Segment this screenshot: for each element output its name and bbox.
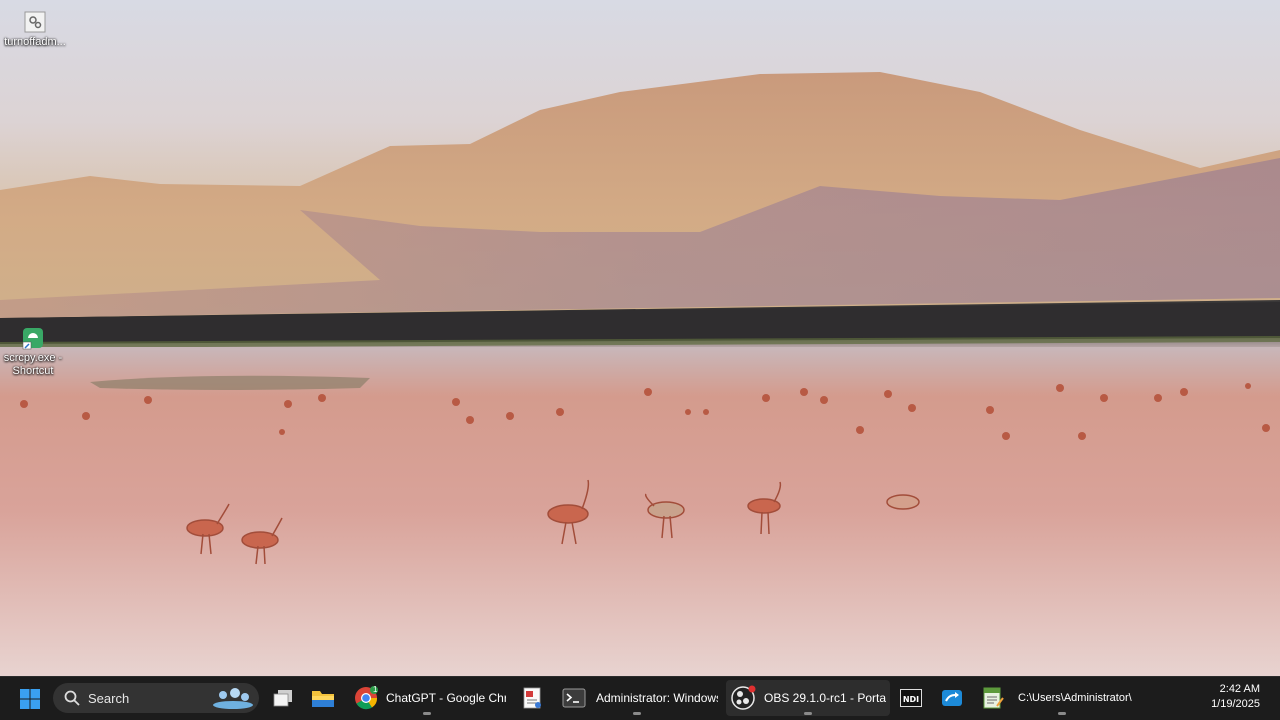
- notepad-icon: [983, 687, 1004, 709]
- taskbar-app-remote[interactable]: [934, 680, 970, 716]
- desktop-icon-label: turnoffadm...: [4, 36, 66, 48]
- obs-icon: [731, 685, 756, 710]
- ndi-icon: NDI: [900, 689, 922, 707]
- taskbar-search-box[interactable]: Search: [53, 683, 259, 713]
- taskbar-app-powershell[interactable]: Administrator: Windows PowerShell: [556, 680, 718, 716]
- task-view-icon: [273, 690, 292, 707]
- chrome-badge: 1: [373, 685, 378, 694]
- desktop-icon-scrcpy[interactable]: scrcpy.exe - Shortcut: [0, 326, 70, 378]
- windows-logo-icon: [20, 689, 40, 709]
- flamingo-flock: [20, 383, 1270, 565]
- desktop-icon-turnoffadm[interactable]: turnoffadm...: [0, 10, 72, 49]
- taskbar-app-label: Administrator: Windows PowerShell: [596, 691, 718, 705]
- taskbar-app-obs[interactable]: OBS 29.1.0-rc1 - Portable: [726, 680, 890, 716]
- search-highlight-icon: [213, 688, 253, 709]
- taskbar-app-ndi[interactable]: NDI: [893, 680, 929, 716]
- taskbar-app-notepad[interactable]: C:\Users\Administrator\: [976, 680, 1148, 716]
- desktop-wallpaper: [0, 0, 1280, 676]
- remote-desktop-icon: [942, 690, 962, 706]
- clock-time: 2:42 AM: [1219, 683, 1260, 695]
- taskbar-app-label: ChatGPT - Google Chrome: [386, 691, 506, 705]
- svg-text:NDI: NDI: [903, 695, 919, 704]
- task-view-button[interactable]: [265, 680, 301, 716]
- taskbar-app-pinned[interactable]: [514, 680, 550, 716]
- taskbar-app-label: C:\Users\Administrator\: [1018, 692, 1132, 704]
- taskbar-app-label: OBS 29.1.0-rc1 - Portable: [764, 691, 886, 705]
- taskbar-app-chrome[interactable]: 1 ChatGPT - Google Chrome: [348, 680, 506, 716]
- clock-date: 1/19/2025: [1211, 698, 1260, 710]
- start-button[interactable]: [12, 681, 48, 717]
- search-placeholder: Search: [88, 690, 130, 706]
- system-clock[interactable]: 2:42 AM 1/19/2025: [1190, 682, 1260, 712]
- settings-shortcut-icon: [23, 10, 47, 34]
- folder-icon: [312, 691, 334, 707]
- document-app-icon: [523, 687, 541, 709]
- desktop-icon-label: scrcpy.exe - Shortcut: [3, 352, 63, 377]
- search-icon: [64, 690, 80, 706]
- android-scrcpy-icon: [21, 326, 45, 350]
- terminal-icon: [562, 688, 586, 708]
- file-explorer-button[interactable]: [305, 680, 341, 716]
